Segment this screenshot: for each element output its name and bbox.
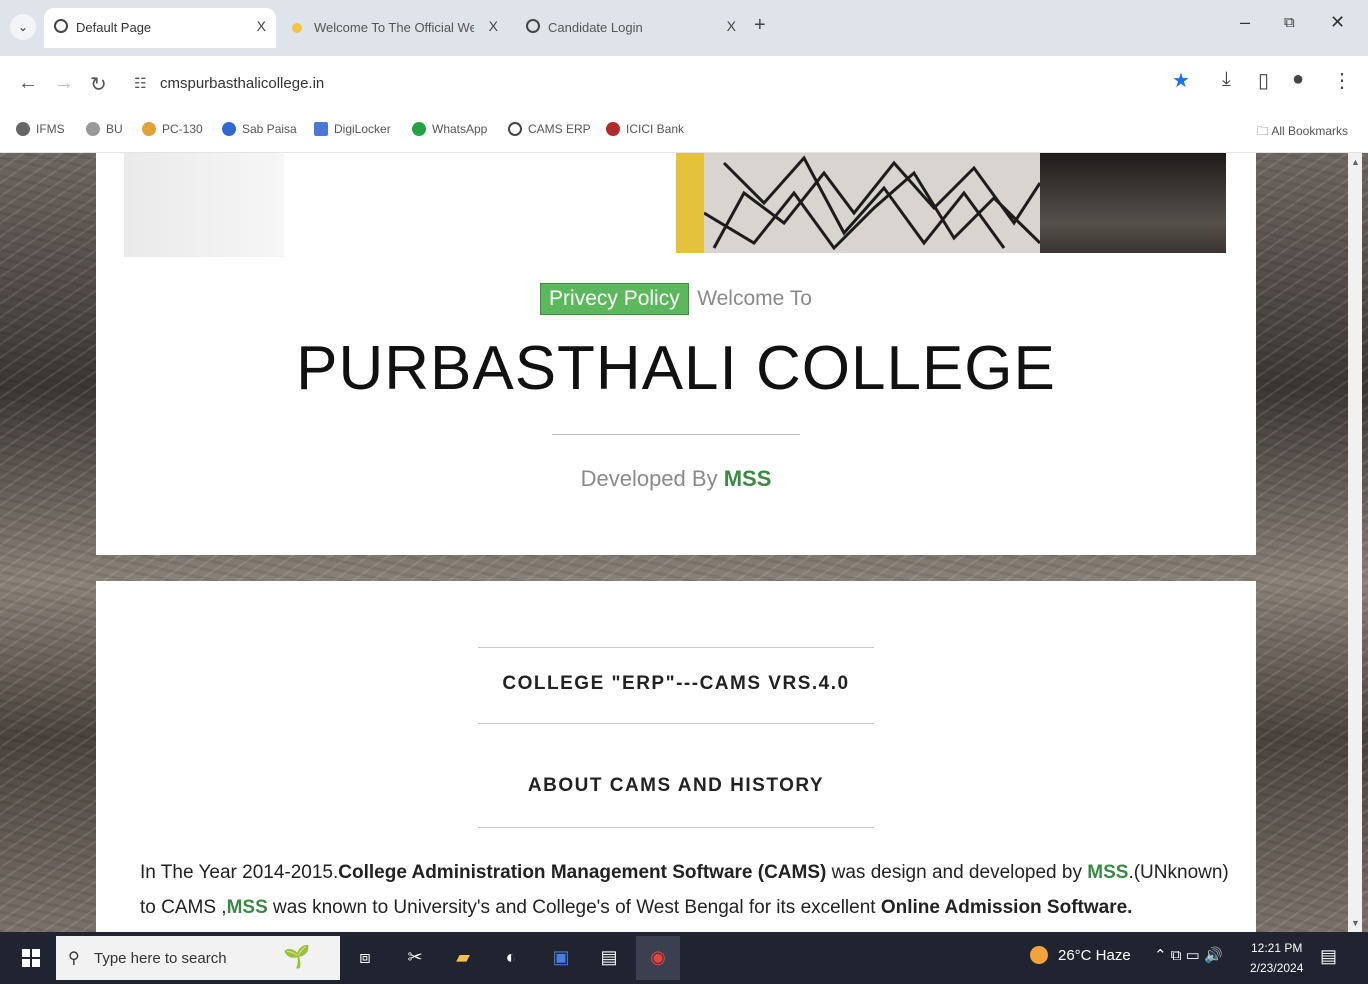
banner-dark-section	[1040, 153, 1226, 253]
bookmark-bu[interactable]: BU	[86, 122, 123, 136]
tab-default-page[interactable]: Default Page X	[44, 8, 276, 48]
site-info-icon[interactable]: ☷	[134, 75, 147, 92]
header-panel: Privecy Policy Welcome To PURBASTHALI CO…	[96, 153, 1256, 555]
loading-icon	[526, 19, 540, 33]
document-icon[interactable]: ▤	[594, 942, 624, 972]
page-viewport: Privecy Policy Welcome To PURBASTHALI CO…	[0, 153, 1368, 932]
loading-icon	[508, 122, 522, 136]
banner-yellow-strip	[676, 153, 704, 253]
developed-by-label: Developed By	[580, 466, 718, 491]
bookmark-ifms[interactable]: IFMS	[16, 122, 65, 136]
notification-icon[interactable]: ▤	[1320, 946, 1337, 967]
file-explorer-icon[interactable]: ▰	[448, 942, 478, 972]
chrome-icon[interactable]: ◉	[643, 942, 673, 972]
vertical-scrollbar[interactable]: ▲ ▼	[1348, 153, 1362, 932]
system-tray[interactable]: ⌃ ⧉ ▭ 🔊	[1154, 946, 1223, 964]
tab-candidate-login[interactable]: Candidate Login X	[516, 8, 746, 48]
divider	[478, 723, 874, 724]
network-icon[interactable]: ⧉	[1171, 947, 1182, 964]
developer-link[interactable]: MSS	[724, 466, 772, 491]
scroll-up-icon[interactable]: ▲	[1351, 157, 1360, 167]
divider	[478, 827, 874, 828]
title-divider	[552, 434, 800, 435]
tab-title: Welcome To The Official Websi	[314, 20, 474, 35]
all-bookmarks-button[interactable]: 🗀 All Bookmarks	[1257, 122, 1348, 143]
bookmarks-bar: IFMS BU PC-130 Sab Paisa DigiLocker What…	[0, 112, 1368, 153]
bookmark-sabpaisa[interactable]: Sab Paisa	[222, 122, 297, 136]
globe-icon	[86, 122, 100, 136]
folder-icon: 🗀	[1256, 124, 1272, 138]
battery-icon[interactable]: ▭	[1186, 947, 1200, 964]
content-panel: COLLEGE "ERP"---CAMS VRS.4.0 ABOUT CAMS …	[96, 581, 1256, 932]
tab-close-icon[interactable]: X	[489, 18, 498, 34]
welcome-text: Welcome To	[697, 287, 812, 310]
sabpaisa-icon	[222, 122, 236, 136]
windows-start-icon[interactable]	[22, 949, 40, 967]
history-paragraph: In The Year 2014-2015.College Administra…	[140, 862, 1229, 918]
tab-strip: ⌄ Default Page X Welcome To The Official…	[0, 0, 1368, 56]
bookmark-whatsapp[interactable]: WhatsApp	[412, 122, 487, 136]
download-icon[interactable]: ⤓	[1222, 68, 1231, 91]
scroll-down-icon[interactable]: ▼	[1351, 918, 1360, 928]
mss-link[interactable]: MSS	[1087, 862, 1128, 883]
chevron-up-icon[interactable]: ⌃	[1154, 947, 1167, 964]
bookmark-icici[interactable]: ICICI Bank	[606, 122, 684, 136]
whatsapp-icon	[412, 122, 426, 136]
bookmark-pc130[interactable]: PC-130	[142, 122, 203, 136]
search-highlight-icon[interactable]: 🌱	[282, 942, 312, 972]
back-arrow-icon[interactable]: ←	[18, 72, 38, 95]
clock-time: 12:21 PM	[1251, 941, 1303, 955]
minimize-icon[interactable]: –	[1240, 12, 1250, 33]
search-icon: ⚲	[68, 950, 80, 967]
globe-icon	[16, 122, 30, 136]
privacy-policy-button[interactable]: Privecy Policy	[540, 283, 689, 315]
tab-close-icon[interactable]: X	[257, 18, 266, 34]
erp-link[interactable]: COLLEGE "ERP"---CAMS VRS.4.0	[96, 673, 1256, 695]
tab-title: Candidate Login	[548, 20, 643, 35]
restore-icon[interactable]: ⧉	[1284, 14, 1295, 31]
welcome-row: Privecy Policy Welcome To	[96, 283, 1256, 315]
banner-image-left	[124, 153, 284, 257]
sun-haze-icon	[1030, 946, 1048, 964]
tab-search-chevron-icon[interactable]: ⌄	[10, 14, 36, 40]
tab-welcome[interactable]: Welcome To The Official Websi X	[282, 8, 508, 48]
reload-icon[interactable]: ↻	[90, 72, 107, 97]
mosaic-pattern	[704, 153, 1040, 253]
more-menu-icon[interactable]: ⋮	[1332, 68, 1352, 93]
about-cams-link[interactable]: ABOUT CAMS AND HISTORY	[96, 775, 1256, 797]
site-favicon-icon	[142, 122, 156, 136]
snipping-tool-icon[interactable]: ✂	[400, 942, 430, 972]
mss-link[interactable]: MSS	[227, 897, 268, 918]
app-icon[interactable]: ◐	[496, 942, 526, 972]
banner-image	[676, 153, 1226, 253]
clock-date: 2/23/2024	[1250, 961, 1304, 975]
volume-icon[interactable]: 🔊	[1204, 947, 1223, 964]
taskbar: ⚲ Type here to search 🌱 ⧈ ✂ ▰ ◐ ▣ ▤ ◉ 26…	[0, 932, 1368, 984]
tab-title: Default Page	[76, 20, 152, 35]
weather-widget[interactable]: 26°C Haze	[1030, 946, 1131, 964]
taskbar-clock[interactable]: 12:21 PM 2/23/2024	[1250, 938, 1303, 978]
url-text[interactable]: cmspurbasthalicollege.in	[160, 75, 324, 92]
bookmark-digilocker[interactable]: DigiLocker	[314, 122, 391, 136]
icici-icon	[606, 122, 620, 136]
close-window-icon[interactable]: ✕	[1330, 12, 1345, 33]
site-favicon-icon	[292, 23, 302, 33]
college-title: PURBASTHALI COLLEGE	[296, 334, 1056, 403]
bookmark-cams-erp[interactable]: CAMS ERP	[508, 122, 591, 136]
tab-close-icon[interactable]: X	[727, 18, 736, 34]
new-tab-button[interactable]: +	[754, 14, 766, 37]
search-placeholder[interactable]: Type here to search	[94, 950, 227, 967]
task-view-icon[interactable]: ⧈	[350, 942, 380, 972]
bookmark-star-icon[interactable]: ★	[1172, 68, 1190, 93]
digilocker-icon	[314, 122, 328, 136]
forward-arrow-icon[interactable]: →	[54, 72, 74, 95]
loading-icon	[54, 19, 68, 33]
word-icon[interactable]: ▣	[546, 942, 576, 972]
profile-avatar-icon[interactable]: ●	[1292, 68, 1304, 91]
side-panel-icon[interactable]: ▯	[1258, 68, 1269, 93]
address-bar[interactable]: ☷ cmspurbasthalicollege.in	[128, 66, 1158, 102]
developed-by: Developed By MSS	[96, 466, 1256, 492]
divider	[478, 647, 874, 648]
